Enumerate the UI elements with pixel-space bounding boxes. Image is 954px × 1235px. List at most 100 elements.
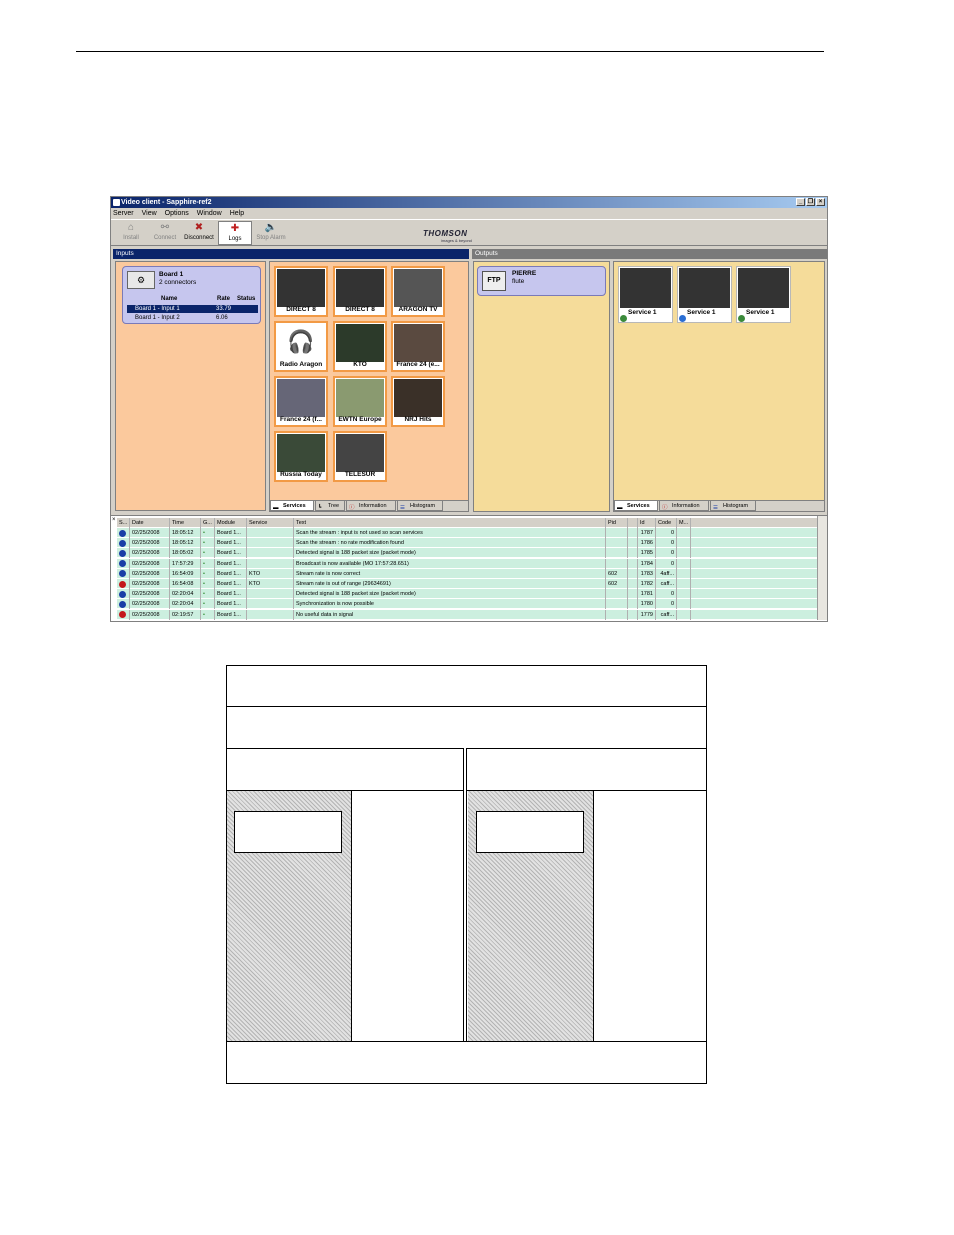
diagram-output-box <box>476 811 584 853</box>
output-destination-card[interactable]: FTP PIERRE flute <box>477 266 606 296</box>
connector-row-input-1[interactable]: Board 1 - Input 1 33.79 <box>127 305 258 313</box>
tab-histogram[interactable]: ☰ Histogram <box>710 501 756 511</box>
install-icon: ⌂ <box>127 222 135 233</box>
logs-panel: × S... Date Time G... Module Service Tex… <box>111 515 827 621</box>
log-service <box>247 609 294 620</box>
page-header-rule <box>76 51 824 52</box>
log-id: 1783 <box>638 568 656 579</box>
log-pid <box>606 528 628 538</box>
log-module: Board 1... <box>215 609 247 620</box>
output-service-tile[interactable]: Service 1 <box>677 266 732 323</box>
maximize-button[interactable]: ❐ <box>806 198 815 206</box>
service-tile[interactable]: DIRECT 8 <box>274 266 328 317</box>
service-tile[interactable]: DIRECT 8 <box>333 266 387 317</box>
service-tile[interactable]: France 24 (e... <box>391 321 445 372</box>
log-id: 1779 <box>638 609 656 620</box>
log-group-icon: • <box>201 558 215 569</box>
tab-tree[interactable]: ┗ Tree <box>315 501 345 511</box>
video-thumbnail <box>277 434 325 472</box>
log-id: 1784 <box>638 558 656 569</box>
log-group-icon: • <box>201 589 215 600</box>
log-text: Detected signal is 188 packet size (pack… <box>294 589 606 600</box>
log-row[interactable]: 02/25/2008 17:57:29 • Board 1... Broadcast i… <box>117 558 819 569</box>
logs-header-row: S... Date Time G... Module Service Text … <box>117 518 819 528</box>
menu-help[interactable]: Help <box>230 209 244 218</box>
service-tile[interactable]: TELESUR <box>333 431 387 482</box>
connector-row-input-2[interactable]: Board 1 - Input 2 6.06 <box>127 314 258 322</box>
log-date: 02/25/2008 <box>130 609 170 620</box>
output-service-tile[interactable]: Service 1 <box>736 266 791 323</box>
log-row[interactable]: 02/25/2008 02:20:04 • Board 1... Synchroniza… <box>117 599 819 610</box>
log-row[interactable]: 02/25/2008 18:05:12 • Board 1... Scan the st… <box>117 538 819 549</box>
inputs-services-pane: DIRECT 8 DIRECT 8 ARAGON TV 🎧 Radio Arago… <box>269 261 469 512</box>
service-tile[interactable]: France 24 (f... <box>274 376 328 427</box>
diagram-splitter <box>463 748 467 1041</box>
log-row[interactable]: 02/25/2008 16:54:08 • Board 1... KTO Stream r… <box>117 579 819 589</box>
information-icon: ⓘ <box>349 505 355 511</box>
output-service-tile[interactable]: Service 1 <box>618 266 673 323</box>
service-tile[interactable]: 🎧 Radio Aragon <box>274 321 328 372</box>
stop-alarm-button[interactable]: 🔈 Stop Alarm <box>254 221 288 245</box>
log-module: Board 1... <box>215 599 247 610</box>
logs-button[interactable]: ✚ Logs <box>218 221 252 245</box>
log-code: 0 <box>656 558 677 569</box>
connect-button[interactable]: ⚯ Connect <box>148 221 182 245</box>
log-time: 18:05:02 <box>170 548 201 559</box>
outputs-destination-pane: FTP PIERRE flute <box>473 261 610 512</box>
minimize-button[interactable]: _ <box>796 198 805 206</box>
log-text: Stream rate is now correct <box>294 568 606 579</box>
close-button[interactable]: × <box>816 198 825 206</box>
log-row[interactable]: 02/25/2008 18:05:12 • Board 1... Scan the st… <box>117 528 819 538</box>
error-icon <box>119 611 126 619</box>
thomson-logo: THOMSON <box>423 229 468 238</box>
log-time: 16:54:09 <box>170 568 201 579</box>
video-thumbnail <box>336 269 384 307</box>
service-tile[interactable]: EWTN Europe <box>333 376 387 427</box>
histogram-icon: ☰ <box>400 505 405 511</box>
connect-icon: ⚯ <box>160 222 170 233</box>
tab-services[interactable]: ▬ Services <box>270 501 314 511</box>
log-service <box>247 558 294 569</box>
log-severity <box>117 568 130 579</box>
info-icon <box>119 590 126 598</box>
disconnect-button[interactable]: ✖ Disconnect <box>182 221 216 245</box>
menu-window[interactable]: Window <box>197 209 222 218</box>
log-row[interactable]: 02/25/2008 16:54:09 • Board 1... KTO Stream r… <box>117 568 819 579</box>
log-module: Board 1... <box>215 589 247 600</box>
tab-histogram[interactable]: ☰ Histogram <box>397 501 443 511</box>
log-service: KTO <box>247 568 294 579</box>
log-service: KTO <box>247 579 294 589</box>
menu-options[interactable]: Options <box>165 209 189 218</box>
video-thumbnail <box>394 269 442 307</box>
service-tile[interactable]: Russia Today <box>274 431 328 482</box>
logs-scrollbar[interactable] <box>817 516 827 620</box>
log-severity <box>117 528 130 538</box>
log-code: 0 <box>656 548 677 559</box>
log-service <box>247 548 294 559</box>
tab-information[interactable]: ⓘ Information <box>346 501 396 511</box>
service-tile[interactable]: NRJ Hits <box>391 376 445 427</box>
menu-view[interactable]: View <box>142 209 157 218</box>
log-row[interactable]: 02/25/2008 18:05:02 • Board 1... Detected si… <box>117 548 819 559</box>
log-severity <box>117 538 130 549</box>
board-icon: ⚙ <box>127 271 155 289</box>
log-pid <box>606 589 628 600</box>
log-row[interactable]: 02/25/2008 02:19:57 • Board 1... No useful d… <box>117 609 819 620</box>
board-card[interactable]: ⚙ Board 1 2 connectors Name Rate Status … <box>122 266 261 324</box>
destination-subtitle: flute <box>512 278 525 285</box>
service-tile[interactable]: ARAGON TV <box>391 266 445 317</box>
log-row[interactable]: 02/25/2008 02:20:04 • Board 1... Detected si… <box>117 589 819 600</box>
install-button[interactable]: ⌂ Install <box>114 221 148 245</box>
disconnect-icon: ✖ <box>194 222 204 233</box>
tab-services[interactable]: ▬ Services <box>614 501 658 511</box>
inputs-board-pane: ⚙ Board 1 2 connectors Name Rate Status … <box>115 261 266 511</box>
video-thumbnail <box>394 379 442 417</box>
window-title: Video client - Sapphire-ref2 <box>121 199 212 206</box>
tab-information[interactable]: ⓘ Information <box>659 501 709 511</box>
service-tile[interactable]: KTO <box>333 321 387 372</box>
inputs-tab-bar: ▬ Services ┗ Tree ⓘ Information ☰ Histogram <box>270 500 468 511</box>
log-date: 02/25/2008 <box>130 558 170 569</box>
close-logs-icon[interactable]: × <box>112 517 116 523</box>
info-icon <box>119 600 126 608</box>
menu-server[interactable]: Server <box>113 209 134 218</box>
